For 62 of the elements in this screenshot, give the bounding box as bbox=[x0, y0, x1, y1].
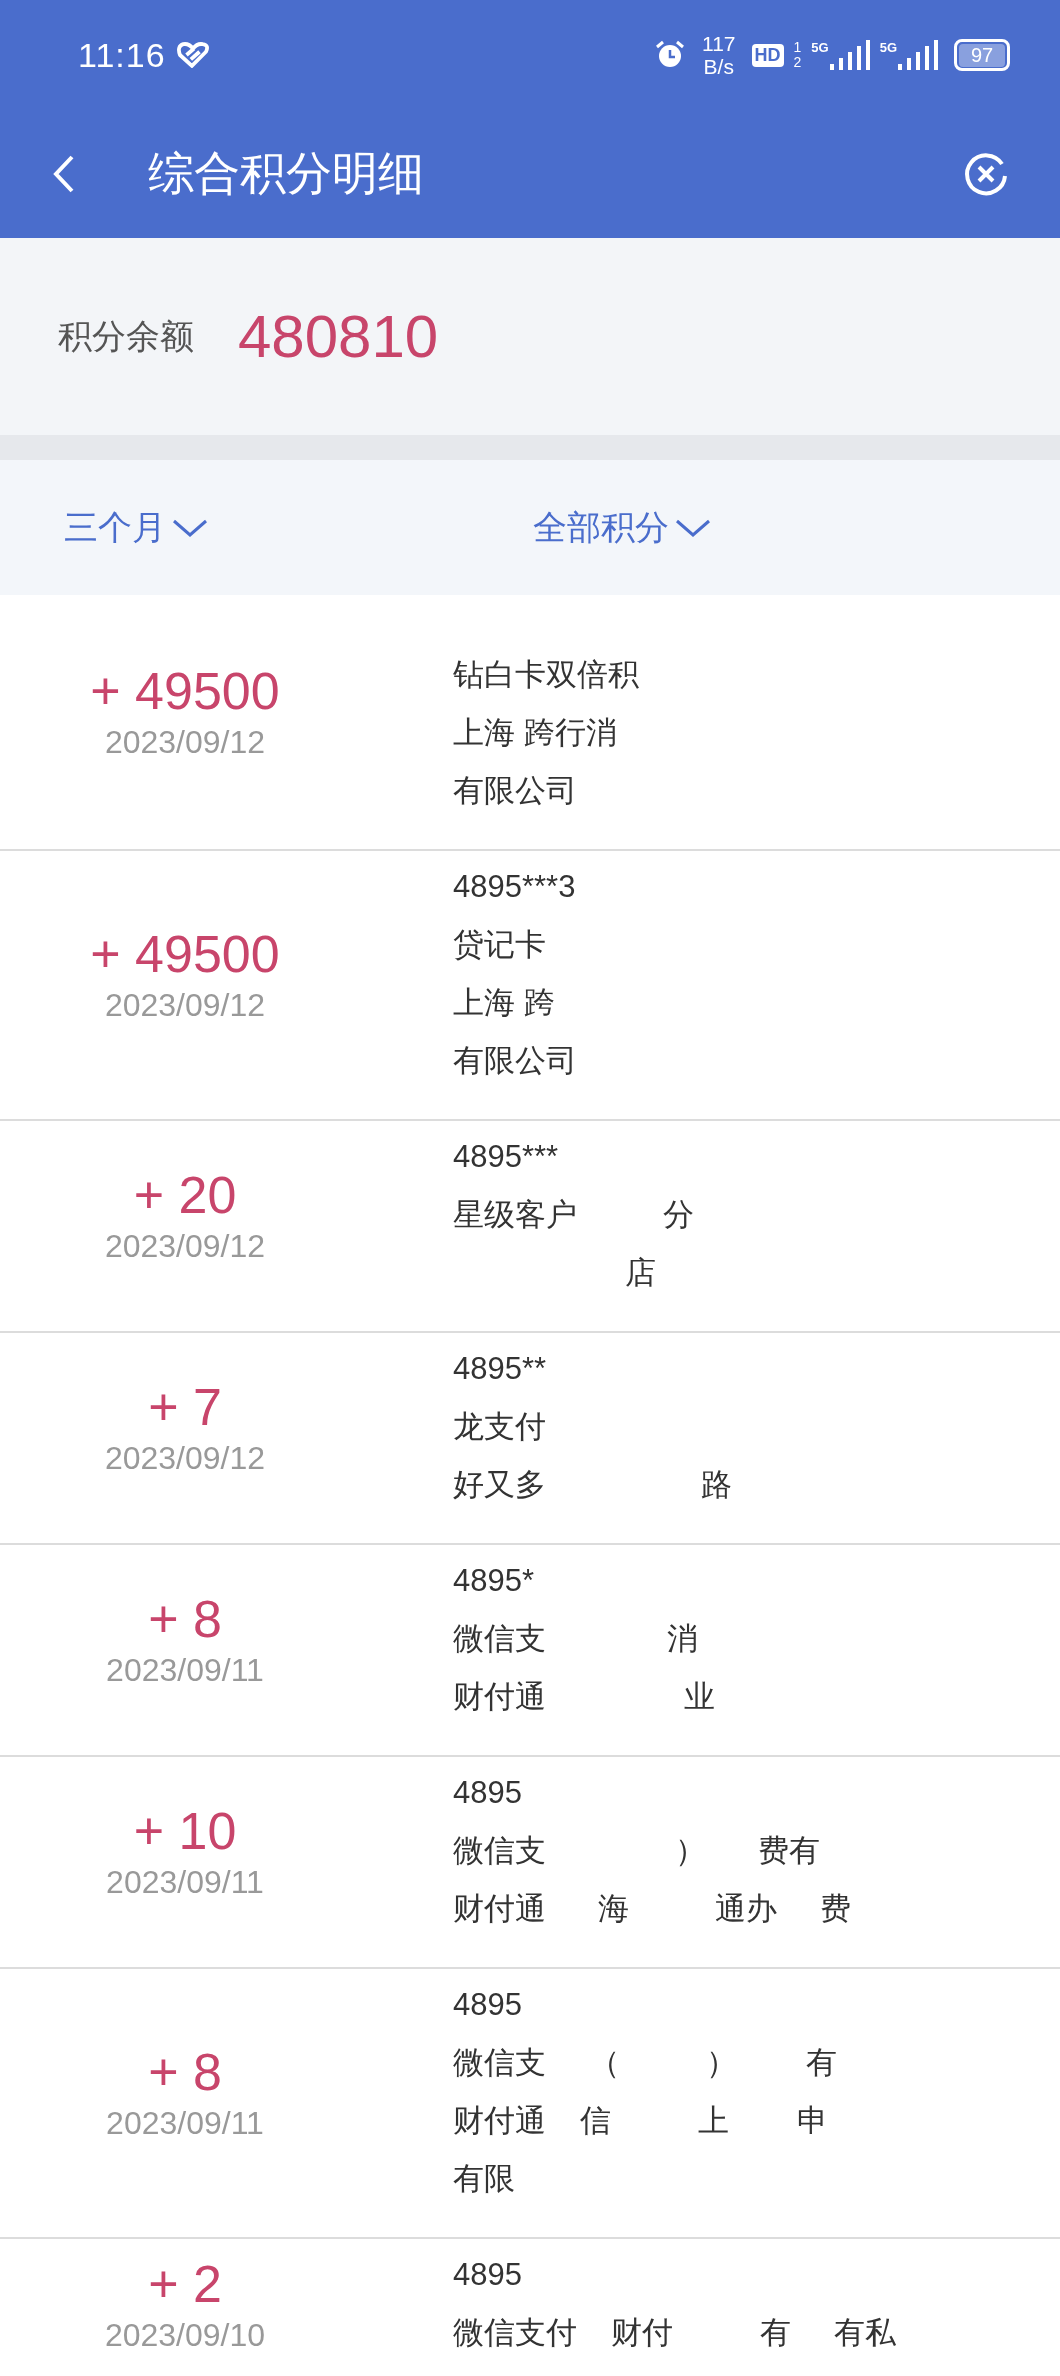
battery-icon: 97 bbox=[954, 39, 1010, 71]
points-amount: + 10 bbox=[133, 1801, 237, 1862]
points-amount: + 49500 bbox=[90, 924, 280, 985]
card-number: 4895 bbox=[453, 1986, 523, 2024]
record-date: 2023/09/12 bbox=[104, 723, 266, 762]
chevron-down-icon bbox=[172, 517, 208, 538]
hd-badge: HD bbox=[751, 43, 784, 67]
record-date: 2023/09/12 bbox=[104, 986, 266, 1025]
speed-value: 117 bbox=[702, 32, 736, 55]
card-number: 4895 bbox=[453, 1774, 523, 1812]
record-detail: 星级客户 分 bbox=[453, 1196, 695, 1234]
balance-label: 积分余额 bbox=[58, 314, 194, 358]
record-detail: 店 bbox=[624, 1254, 658, 1292]
record-detail: 财付通 业 bbox=[453, 1678, 715, 1716]
card-number: 4895***3 bbox=[453, 868, 577, 906]
points-amount: + 20 bbox=[133, 1165, 237, 1226]
record-detail: 有限 bbox=[453, 2160, 516, 2198]
close-icon[interactable] bbox=[962, 150, 1010, 198]
record-detail: 钻白卡双倍积 bbox=[453, 656, 639, 694]
record-detail: 微信支 ） 费有 bbox=[453, 1832, 821, 1870]
status-time: 11:16 bbox=[78, 35, 166, 75]
points-amount: + 7 bbox=[148, 1377, 222, 1438]
back-icon[interactable] bbox=[52, 154, 76, 194]
card-number: 4895* bbox=[453, 1562, 536, 1600]
record-detail: 微信支付 财付 有 有私 bbox=[453, 2314, 896, 2352]
record-detail: 龙支付 bbox=[453, 1408, 547, 1446]
speed-unit: B/s bbox=[703, 55, 734, 78]
record-detail: 有限公司 bbox=[453, 1042, 577, 1080]
points-amount: + 2 bbox=[148, 2254, 222, 2315]
points-amount: + 49500 bbox=[90, 661, 280, 722]
balance-value: 480810 bbox=[238, 302, 439, 371]
record-date: 2023/09/11 bbox=[106, 2104, 264, 2143]
card-number: 4895*** bbox=[453, 1138, 560, 1176]
heart-icon bbox=[175, 42, 210, 68]
card-number: 4895 bbox=[453, 2256, 523, 2294]
points-amount: + 8 bbox=[148, 2042, 222, 2103]
record-date: 2023/09/12 bbox=[104, 1227, 266, 1266]
filter-dropdown[interactable]: 全部积分 bbox=[533, 504, 711, 551]
record-detail: 财付通 信 上 申 bbox=[453, 2102, 830, 2140]
network-type: 5G bbox=[879, 40, 897, 55]
sim-slot-number: 2 bbox=[793, 55, 802, 70]
page-title: 综合积分明细 bbox=[148, 145, 424, 202]
record-detail: 贷记卡 bbox=[453, 926, 547, 964]
points-amount: + 8 bbox=[148, 1589, 222, 1650]
chevron-down-icon bbox=[675, 517, 711, 538]
network-type: 5G bbox=[811, 40, 829, 55]
record-detail: 微信支 消 bbox=[453, 1620, 699, 1658]
signal-icon bbox=[829, 40, 870, 70]
record-date: 2023/09/12 bbox=[104, 1439, 266, 1478]
record-detail: 有限公司 bbox=[453, 772, 578, 810]
signal-icon bbox=[898, 40, 938, 70]
record-detail: 上海 跨行消 bbox=[453, 714, 618, 752]
card-number: 4895** bbox=[453, 1350, 548, 1388]
sim-slot-number: 1 bbox=[793, 40, 802, 55]
record-detail: 好又多 路 bbox=[453, 1466, 733, 1504]
record-detail: 上海 跨 bbox=[453, 984, 556, 1022]
record-date: 2023/09/11 bbox=[106, 1651, 264, 1690]
record-date: 2023/09/11 bbox=[106, 1863, 264, 1902]
record-detail: 微信支 （ ） 有 bbox=[453, 2044, 838, 2082]
record-date: 2023/09/10 bbox=[104, 2316, 266, 2355]
record-detail: 财付通 海 通办 费 bbox=[453, 1890, 851, 1928]
filter-dropdown[interactable]: 三个月 bbox=[64, 504, 208, 551]
